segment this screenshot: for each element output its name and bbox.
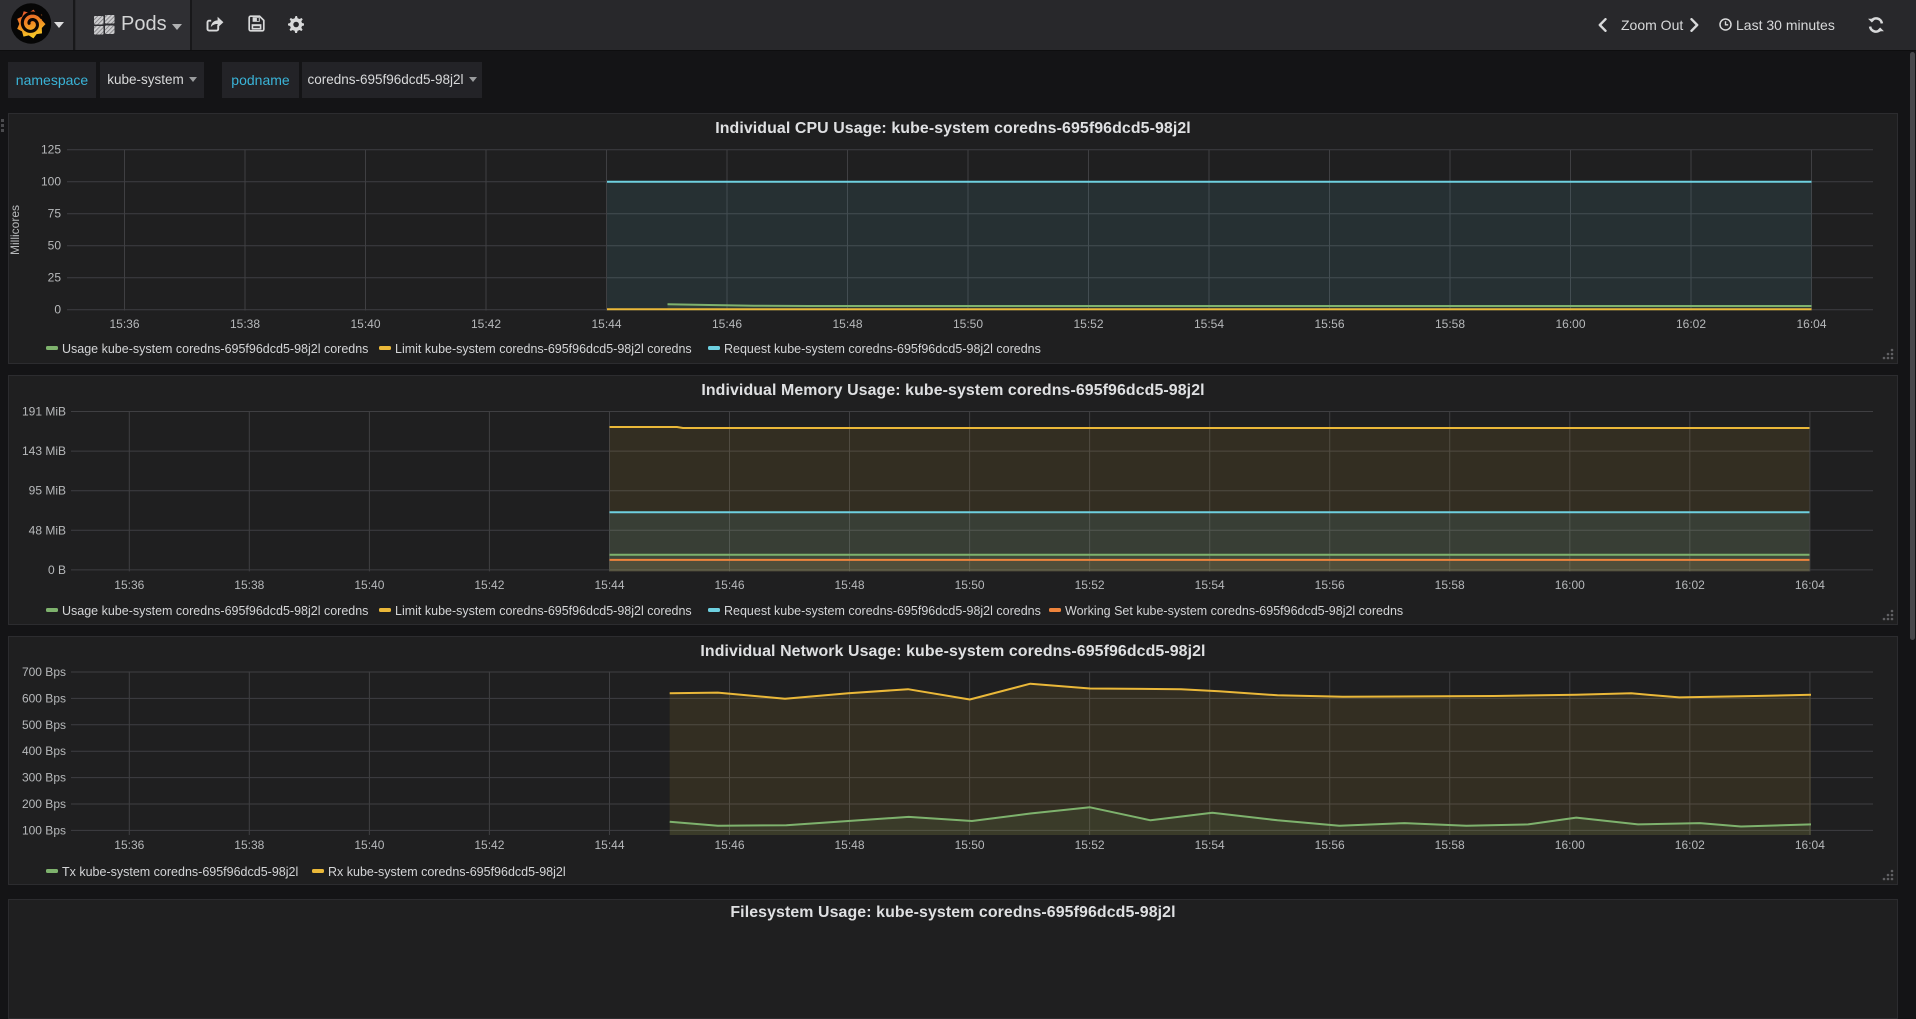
svg-text:16:04: 16:04 (1795, 838, 1825, 852)
svg-text:15:56: 15:56 (1315, 578, 1345, 592)
svg-text:15:54: 15:54 (1194, 317, 1224, 331)
svg-text:15:36: 15:36 (109, 317, 139, 331)
svg-text:15:54: 15:54 (1195, 578, 1225, 592)
svg-text:15:52: 15:52 (1075, 838, 1105, 852)
svg-text:15:56: 15:56 (1314, 317, 1344, 331)
svg-text:100: 100 (41, 175, 61, 189)
svg-text:15:58: 15:58 (1435, 838, 1465, 852)
svg-text:15:38: 15:38 (230, 317, 260, 331)
svg-text:16:04: 16:04 (1795, 578, 1825, 592)
svg-text:48 MiB: 48 MiB (29, 523, 66, 537)
svg-text:15:54: 15:54 (1195, 838, 1225, 852)
svg-text:125: 125 (41, 143, 61, 157)
svg-text:15:50: 15:50 (955, 578, 985, 592)
svg-text:75: 75 (48, 207, 62, 221)
svg-text:15:40: 15:40 (354, 838, 384, 852)
svg-text:15:48: 15:48 (834, 578, 864, 592)
svg-text:16:00: 16:00 (1555, 838, 1585, 852)
svg-text:500 Bps: 500 Bps (22, 718, 66, 732)
svg-text:15:46: 15:46 (712, 317, 742, 331)
svg-text:400 Bps: 400 Bps (22, 744, 66, 758)
svg-text:15:50: 15:50 (953, 317, 983, 331)
svg-text:15:36: 15:36 (114, 578, 144, 592)
svg-text:15:38: 15:38 (234, 578, 264, 592)
svg-text:95 MiB: 95 MiB (29, 484, 66, 498)
svg-text:15:42: 15:42 (474, 838, 504, 852)
svg-text:16:00: 16:00 (1555, 578, 1585, 592)
svg-text:15:52: 15:52 (1075, 578, 1105, 592)
svg-text:15:56: 15:56 (1315, 838, 1345, 852)
svg-text:600 Bps: 600 Bps (22, 691, 66, 705)
svg-text:15:48: 15:48 (832, 317, 862, 331)
svg-text:200 Bps: 200 Bps (22, 797, 66, 811)
svg-text:15:36: 15:36 (114, 838, 144, 852)
svg-text:16:04: 16:04 (1796, 317, 1826, 331)
svg-text:15:48: 15:48 (834, 838, 864, 852)
svg-text:15:42: 15:42 (471, 317, 501, 331)
svg-text:Millicores: Millicores (9, 205, 22, 255)
svg-text:25: 25 (48, 271, 62, 285)
svg-text:15:58: 15:58 (1435, 317, 1465, 331)
svg-text:15:40: 15:40 (350, 317, 380, 331)
svg-text:15:58: 15:58 (1435, 578, 1465, 592)
svg-text:15:50: 15:50 (955, 838, 985, 852)
svg-text:15:38: 15:38 (234, 838, 264, 852)
svg-text:15:46: 15:46 (714, 838, 744, 852)
svg-text:191 MiB: 191 MiB (22, 405, 66, 419)
svg-text:15:46: 15:46 (714, 578, 744, 592)
svg-text:15:52: 15:52 (1073, 317, 1103, 331)
svg-text:16:00: 16:00 (1555, 317, 1585, 331)
svg-text:300 Bps: 300 Bps (22, 771, 66, 785)
svg-text:15:44: 15:44 (594, 578, 624, 592)
svg-text:50: 50 (48, 239, 62, 253)
svg-text:100 Bps: 100 Bps (22, 823, 66, 837)
svg-text:15:40: 15:40 (354, 578, 384, 592)
svg-text:16:02: 16:02 (1675, 838, 1705, 852)
svg-text:16:02: 16:02 (1676, 317, 1706, 331)
svg-text:15:42: 15:42 (474, 578, 504, 592)
svg-text:700 Bps: 700 Bps (22, 665, 66, 679)
svg-text:143 MiB: 143 MiB (22, 444, 66, 458)
svg-text:0: 0 (54, 303, 61, 317)
svg-text:15:44: 15:44 (594, 838, 624, 852)
svg-text:0 B: 0 B (48, 563, 66, 577)
svg-text:15:44: 15:44 (591, 317, 621, 331)
svg-text:16:02: 16:02 (1675, 578, 1705, 592)
